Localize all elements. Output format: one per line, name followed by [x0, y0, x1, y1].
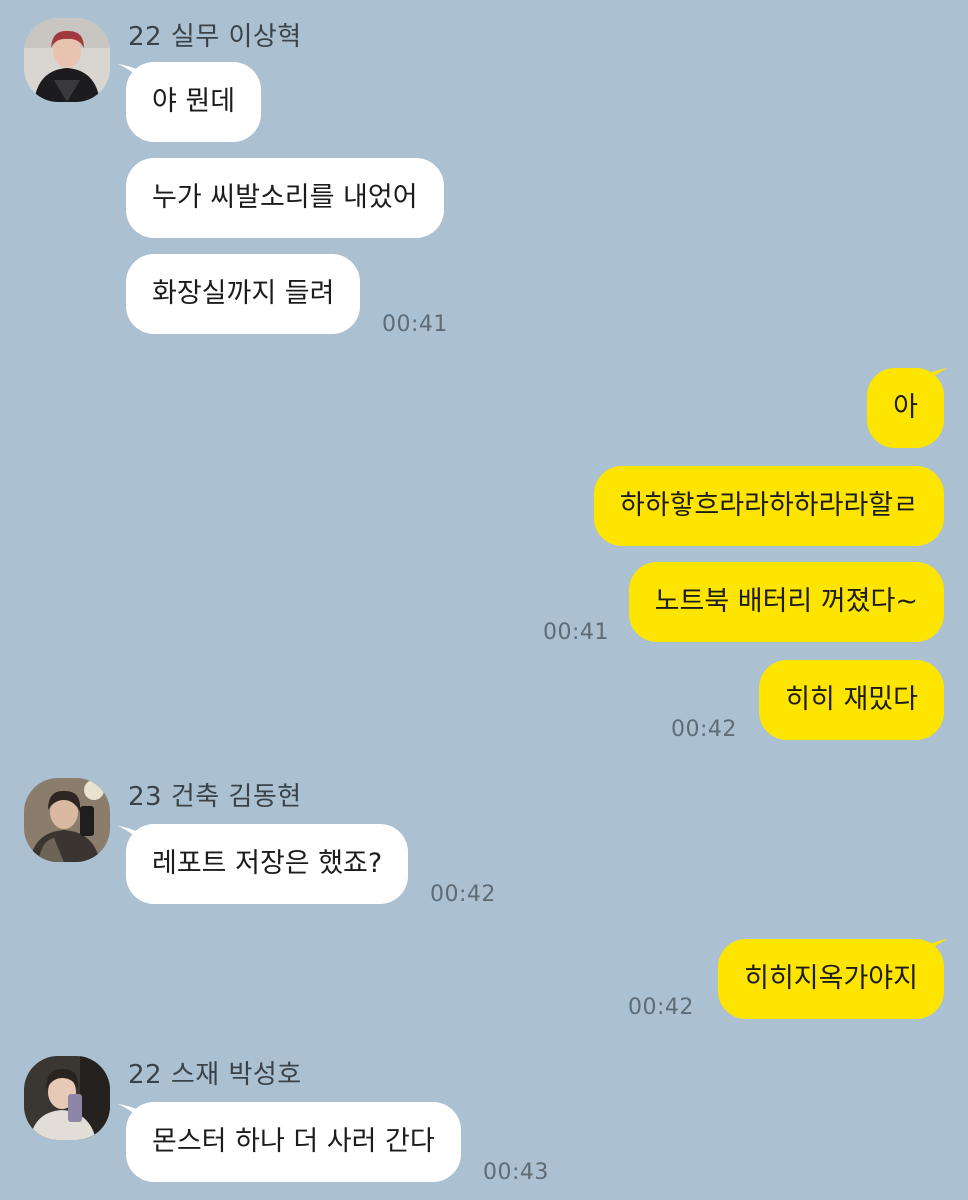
profile-photo-icon: [24, 778, 110, 862]
chat-room[interactable]: 22 실무 이상혁 야 뭔데 누가 씨발소리를 내었어 화장실까지 들려 00:…: [0, 0, 968, 1200]
message-bubble[interactable]: 히히지옥가야지: [718, 939, 944, 1019]
avatar[interactable]: [24, 1056, 110, 1140]
timestamp: 00:41: [543, 620, 609, 645]
sender-name: 22 스재 박성호: [128, 1060, 302, 1090]
message-bubble[interactable]: 레포트 저장은 했죠?: [126, 824, 409, 904]
message-bubble[interactable]: 노트북 배터리 꺼졌다~: [628, 562, 944, 642]
sender-name: 23 건축 김동현: [128, 782, 302, 812]
profile-photo-icon: [24, 18, 110, 102]
message-bubble[interactable]: 화장실까지 들려: [126, 254, 361, 334]
message-bubble[interactable]: 누가 씨발소리를 내었어: [126, 158, 444, 238]
message-bubble[interactable]: 아: [867, 368, 944, 448]
timestamp: 00:42: [430, 882, 496, 907]
avatar[interactable]: [24, 18, 110, 102]
message-bubble[interactable]: 야 뭔데: [126, 62, 262, 142]
message-bubble[interactable]: 하하핳흐라라하하라라할ㄹ: [593, 466, 944, 546]
timestamp: 00:43: [483, 1160, 549, 1185]
avatar[interactable]: [24, 778, 110, 862]
timestamp: 00:42: [628, 995, 694, 1020]
sender-name: 22 실무 이상혁: [128, 22, 302, 52]
profile-photo-icon: [24, 1056, 110, 1140]
timestamp: 00:42: [671, 717, 737, 742]
message-bubble[interactable]: 몬스터 하나 더 사러 간다: [126, 1102, 461, 1182]
timestamp: 00:41: [382, 312, 448, 337]
message-bubble[interactable]: 히히 재밌다: [759, 660, 944, 740]
